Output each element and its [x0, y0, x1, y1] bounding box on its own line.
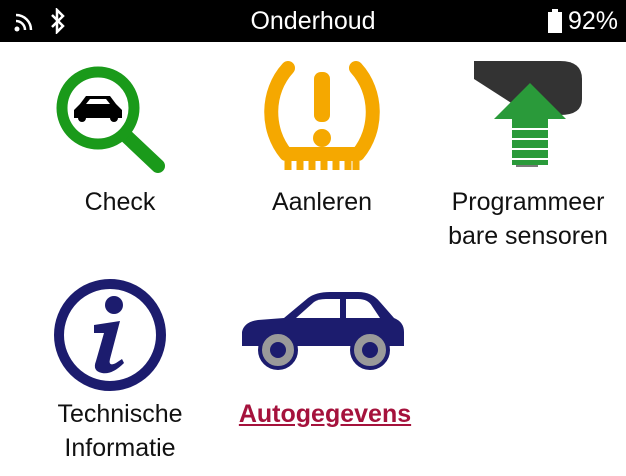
menu-label-check: Check	[84, 188, 156, 216]
menu-item-autogegevens[interactable]: Autogegevens	[212, 270, 438, 440]
menu-item-programmeerbare-sensoren[interactable]: Programmeer bare sensoren	[430, 50, 626, 260]
battery-percent: 92%	[567, 6, 618, 35]
programmable-sensor-icon	[474, 61, 582, 167]
battery-icon	[547, 9, 562, 33]
menu-label-aanleren: Aanleren	[271, 188, 373, 216]
tpms-warning-icon	[264, 61, 380, 170]
magnifier-car-icon	[56, 66, 165, 173]
menu-item-technische-informatie[interactable]: Technische Informatie	[30, 270, 210, 470]
car-icon	[242, 292, 404, 370]
menu-label-programmeerbare-sensoren: Programmeer bare sensoren	[448, 188, 608, 250]
menu-item-aanleren[interactable]: Aanleren	[232, 50, 412, 240]
menu-label-autogegevens: Autogegevens	[238, 400, 412, 428]
status-bar: Onderhoud 92%	[0, 0, 626, 42]
menu-item-check[interactable]: Check	[30, 50, 210, 240]
menu-label-technische-informatie: Technische Informatie	[57, 400, 183, 462]
page-title: Onderhoud	[250, 7, 376, 35]
battery-status: 92%	[547, 0, 618, 42]
info-icon	[54, 279, 166, 391]
